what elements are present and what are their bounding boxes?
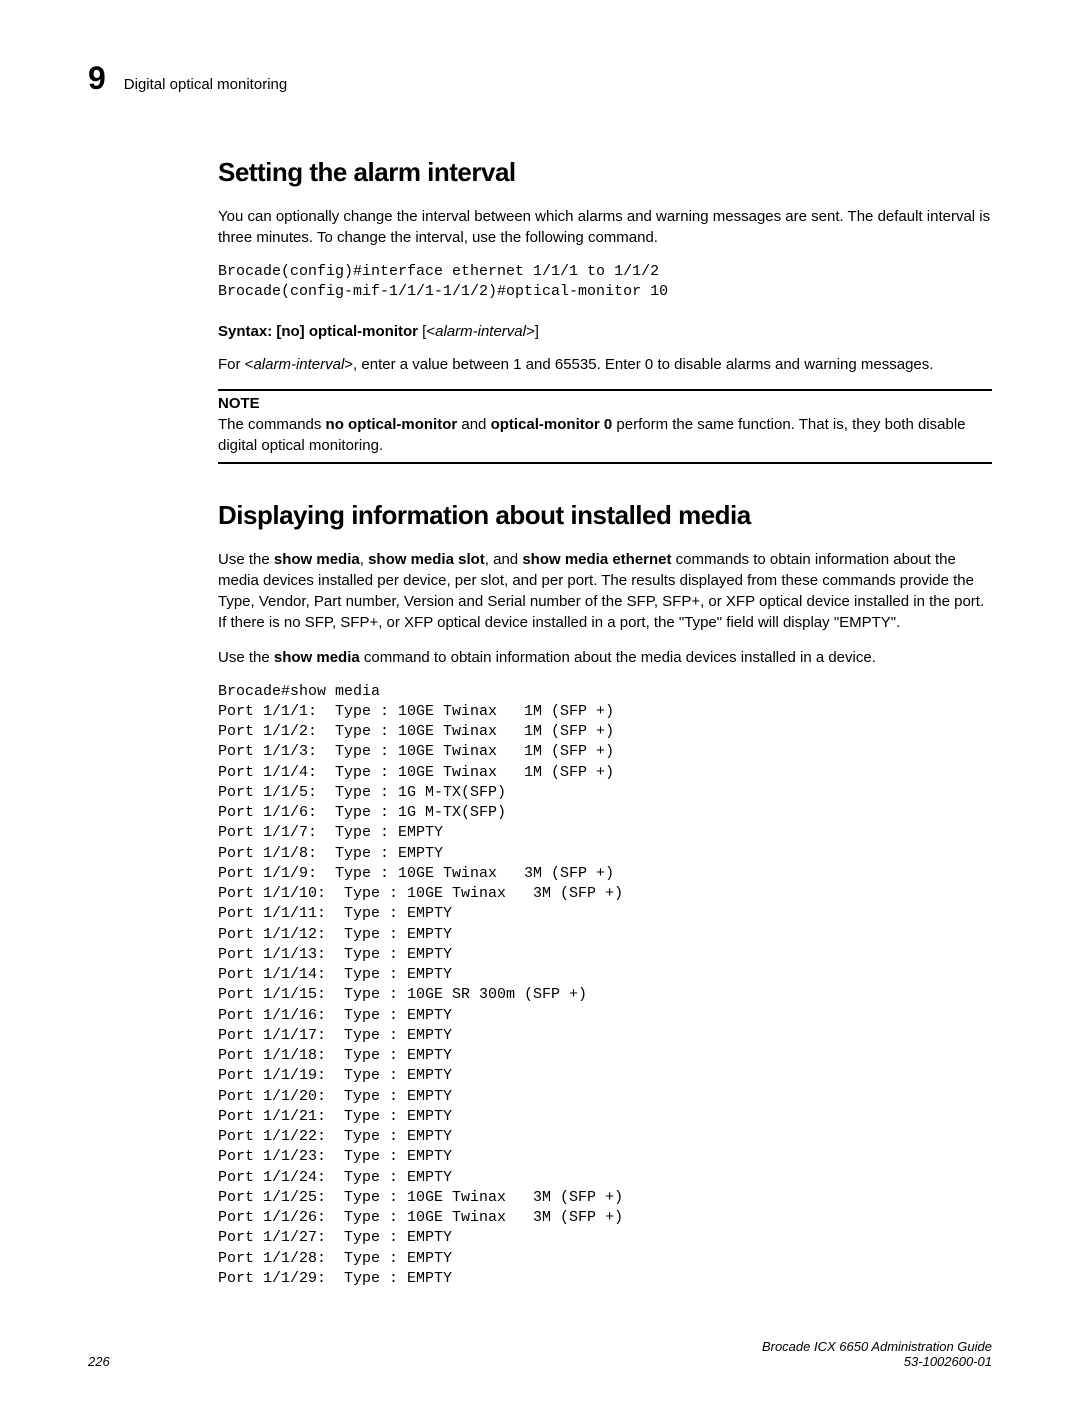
note-label: NOTE: [218, 395, 992, 412]
document-page: 9 Digital optical monitoring Setting the…: [0, 0, 1080, 1419]
text: Use the: [218, 649, 274, 666]
text: ,: [360, 551, 368, 568]
syntax-bracket: >]: [526, 323, 539, 340]
page-footer: 226 Brocade ICX 6650 Administration Guid…: [88, 1339, 992, 1369]
syntax-cmd: optical-monitor: [309, 323, 418, 340]
content-region: Setting the alarm interval You can optio…: [218, 157, 992, 1289]
code-block: Brocade(config)#interface ethernet 1/1/1…: [218, 262, 992, 303]
bold-text: show media: [274, 551, 360, 568]
syntax-no: [no]: [272, 323, 309, 340]
header-title: Digital optical monitoring: [124, 76, 287, 93]
paragraph: Use the show media command to obtain inf…: [218, 647, 992, 668]
paragraph: You can optionally change the interval b…: [218, 206, 992, 248]
syntax-label: Syntax:: [218, 323, 272, 340]
text: , and: [485, 551, 523, 568]
syntax-arg: alarm-interval: [435, 323, 526, 340]
bold-text: show media: [274, 649, 360, 666]
syntax-bracket: [<: [418, 323, 435, 340]
footer-guide: Brocade ICX 6650 Administration Guide: [762, 1339, 992, 1354]
bold-text: show media ethernet: [522, 551, 671, 568]
page-header: 9 Digital optical monitoring: [88, 60, 992, 97]
bold-text: show media slot: [368, 551, 485, 568]
section-heading-alarm-interval: Setting the alarm interval: [218, 157, 992, 188]
text: For <: [218, 356, 253, 373]
syntax-line: Syntax: [no] optical-monitor [<alarm-int…: [218, 323, 992, 340]
paragraph: For <alarm-interval>, enter a value betw…: [218, 354, 992, 375]
chapter-number: 9: [88, 60, 106, 97]
footer-docnum: 53-1002600-01: [762, 1354, 992, 1369]
text: The commands: [218, 416, 326, 433]
page-number: 226: [88, 1354, 110, 1369]
text: >, enter a value between 1 and 65535. En…: [344, 356, 933, 373]
text: command to obtain information about the …: [360, 649, 876, 666]
footer-right: Brocade ICX 6650 Administration Guide 53…: [762, 1339, 992, 1369]
section-heading-display-media: Displaying information about installed m…: [218, 500, 992, 531]
note-body: The commands no optical-monitor and opti…: [218, 414, 992, 456]
code-block-show-media: Brocade#show media Port 1/1/1: Type : 10…: [218, 682, 992, 1290]
horizontal-rule: [218, 389, 992, 391]
paragraph: Use the show media, show media slot, and…: [218, 549, 992, 633]
bold-text: no optical-monitor: [326, 416, 458, 433]
bold-text: optical-monitor 0: [491, 416, 613, 433]
horizontal-rule: [218, 462, 992, 464]
text: Use the: [218, 551, 274, 568]
text: and: [457, 416, 490, 433]
arg-italic: alarm-interval: [253, 356, 344, 373]
